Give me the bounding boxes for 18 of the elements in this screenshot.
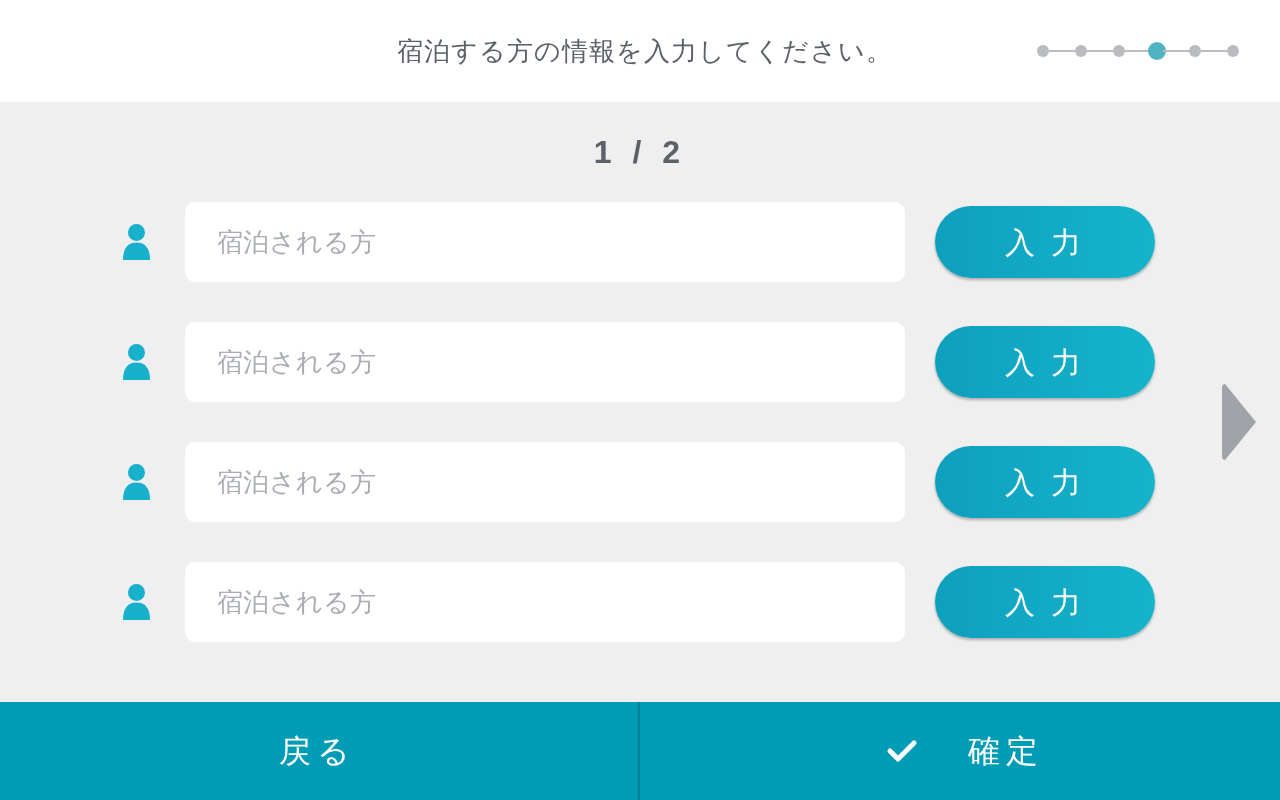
input-button[interactable]: 入 力	[935, 206, 1155, 278]
person-icon	[123, 584, 150, 620]
person-icon	[123, 224, 150, 260]
check-icon	[886, 739, 918, 763]
guest-name-field[interactable]: 宿泊される方	[185, 562, 905, 642]
person-icon	[123, 344, 150, 380]
guest-name-field[interactable]: 宿泊される方	[185, 202, 905, 282]
input-button[interactable]: 入 力	[935, 566, 1155, 638]
guest-name-field[interactable]: 宿泊される方	[185, 322, 905, 402]
confirm-button[interactable]: 確定	[640, 702, 1280, 800]
input-button[interactable]: 入 力	[935, 326, 1155, 398]
input-button[interactable]: 入 力	[935, 446, 1155, 518]
page-indicator: 1 / 2	[593, 133, 687, 172]
caret-right-icon[interactable]	[1222, 384, 1256, 460]
person-icon	[123, 464, 150, 500]
guest-name-field[interactable]: 宿泊される方	[185, 442, 905, 522]
page-title: 宿泊する方の情報を入力してください。	[397, 34, 893, 68]
back-button[interactable]: 戻る	[0, 702, 640, 800]
